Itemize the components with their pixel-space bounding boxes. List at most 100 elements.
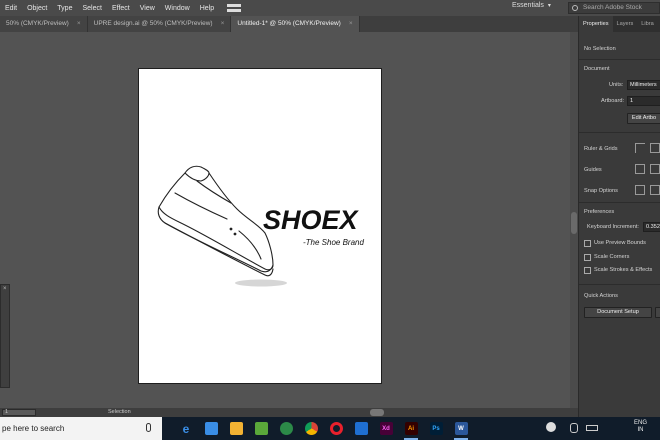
arrange-documents-icon[interactable] xyxy=(227,4,242,12)
preferences-button[interactable] xyxy=(655,307,660,318)
guides-label: Guides xyxy=(584,167,602,173)
menu-help[interactable]: Help xyxy=(195,5,219,12)
greenshot-icon[interactable] xyxy=(251,417,271,440)
menu-type[interactable]: Type xyxy=(52,5,77,12)
menu-view[interactable]: View xyxy=(135,5,160,12)
close-icon[interactable]: × xyxy=(221,20,225,27)
keyboard-increment-input[interactable]: 0.352 xyxy=(643,222,660,232)
taskbar-search-box[interactable]: pe here to search xyxy=(0,417,162,440)
section-preferences: Preferences xyxy=(584,209,615,215)
divider xyxy=(579,59,660,60)
network-icon[interactable] xyxy=(546,422,556,432)
shoe-illustration xyxy=(157,165,274,277)
store-icon[interactable] xyxy=(201,417,221,440)
chevron-down-icon: ▾ xyxy=(547,3,551,9)
use-preview-bounds-checkbox[interactable] xyxy=(584,240,591,247)
use-preview-bounds-label: Use Preview Bounds xyxy=(594,240,646,246)
units-label: Units: xyxy=(609,82,624,88)
shopping-bag-icon[interactable] xyxy=(226,417,246,440)
guides-icon[interactable] xyxy=(635,164,645,174)
taskbar-apps: e Xd Ai Ps W xyxy=(176,417,476,440)
workspace-switcher[interactable]: Essentials ▾ xyxy=(512,2,551,9)
vertical-scrollbar[interactable] xyxy=(570,32,578,408)
scale-strokes-checkbox[interactable] xyxy=(584,267,591,274)
close-icon[interactable]: × xyxy=(349,20,353,27)
artboard-label: Artboard: xyxy=(601,98,625,104)
ruler-icon[interactable] xyxy=(635,143,645,153)
menu-window[interactable]: Window xyxy=(160,5,195,12)
microphone-icon[interactable] xyxy=(146,423,151,432)
scroll-thumb[interactable] xyxy=(571,212,577,234)
section-quick-actions: Quick Actions xyxy=(584,293,618,299)
shoe-eyelet xyxy=(233,232,237,236)
opera-icon[interactable] xyxy=(326,417,346,440)
snap-options-label: Snap Options xyxy=(584,188,618,194)
floating-tools-panel[interactable]: × xyxy=(0,284,10,388)
word-icon[interactable]: W xyxy=(451,417,471,440)
region-code: IN xyxy=(637,427,644,433)
document-tabs: 50% (CMYK/Preview) × UPRE design.ai @ 50%… xyxy=(0,16,578,32)
document-setup-button[interactable]: Document Setup xyxy=(584,307,652,318)
chrome-icon[interactable] xyxy=(301,417,321,440)
artboard[interactable]: SHOEX -The Shoe Brand xyxy=(138,68,382,384)
tool-mode-label: Selection xyxy=(108,409,131,415)
stock-search-placeholder: Search Adobe Stock xyxy=(583,4,642,11)
stock-search-input[interactable]: Search Adobe Stock xyxy=(568,2,660,14)
brand-logo-text: SHOEX xyxy=(263,205,360,235)
panel-tabs: Properties Layers Libra xyxy=(579,16,660,32)
menu-edit[interactable]: Edit xyxy=(0,5,22,12)
divider xyxy=(579,284,660,285)
units-select[interactable]: Millimeters xyxy=(627,80,660,90)
selection-status: No Selection xyxy=(584,46,616,52)
system-tray: ENG IN xyxy=(540,417,660,440)
keyboard-increment-label: Keyboard Increment: xyxy=(587,224,639,230)
artboard-select[interactable]: 1 xyxy=(627,96,660,106)
tab-doc-3[interactable]: Untitled-1* @ 50% (CMYK/Preview) × xyxy=(231,16,360,32)
edge-icon[interactable]: e xyxy=(176,417,196,440)
xd-icon[interactable]: Xd xyxy=(376,417,396,440)
scale-corners-label: Scale Corners xyxy=(594,254,630,260)
section-document: Document xyxy=(584,66,610,72)
menu-object[interactable]: Object xyxy=(22,5,52,12)
tripadvisor-icon[interactable] xyxy=(276,417,296,440)
language-indicator[interactable]: ENG IN xyxy=(634,420,647,434)
shoe-sole-edge xyxy=(164,222,274,277)
snap-to-point-icon[interactable] xyxy=(635,185,645,195)
shoe-stitch xyxy=(174,192,228,220)
menu-select[interactable]: Select xyxy=(77,5,106,12)
shoe-shadow xyxy=(235,279,287,287)
photoshop-icon[interactable]: Ps xyxy=(426,417,446,440)
lock-guides-icon[interactable] xyxy=(650,164,660,174)
menu-bar: Edit Object Type Select Effect View Wind… xyxy=(0,0,660,16)
mail-icon[interactable] xyxy=(351,417,371,440)
divider xyxy=(579,202,660,203)
shoe-collar xyxy=(184,165,210,174)
horizontal-scroll-thumb[interactable] xyxy=(370,409,384,416)
snap-to-pixel-icon[interactable] xyxy=(650,185,660,195)
tab-layers[interactable]: Layers xyxy=(613,16,638,32)
tab-properties[interactable]: Properties xyxy=(579,16,613,32)
menu-effect[interactable]: Effect xyxy=(107,5,135,12)
people-icon[interactable] xyxy=(570,423,578,433)
shoe-upper xyxy=(158,172,274,271)
tab-doc-1[interactable]: 50% (CMYK/Preview) × xyxy=(0,16,88,32)
shoe-sole xyxy=(157,206,274,273)
shoe-toe xyxy=(238,230,262,260)
shoe-laces xyxy=(196,180,232,204)
edit-artboards-button[interactable]: Edit Artbo xyxy=(627,113,660,124)
tab-libraries[interactable]: Libra xyxy=(637,16,657,32)
artboard-navigation-field[interactable]: 1 xyxy=(2,409,36,416)
language-code: ENG xyxy=(634,420,648,426)
close-icon[interactable]: × xyxy=(3,286,7,292)
shoe-eyelet xyxy=(229,227,233,231)
grid-icon[interactable] xyxy=(650,143,660,153)
tab-doc-2[interactable]: UPRE design.ai @ 50% (CMYK/Preview) × xyxy=(87,16,232,32)
divider xyxy=(579,132,660,133)
close-icon[interactable]: × xyxy=(77,20,81,27)
workspace-label: Essentials xyxy=(512,2,544,9)
taskbar-search-placeholder: pe here to search xyxy=(2,424,65,433)
battery-icon[interactable] xyxy=(586,425,598,431)
illustrator-icon[interactable]: Ai xyxy=(401,417,421,440)
brand-tagline: -The Shoe Brand xyxy=(303,238,364,247)
scale-corners-checkbox[interactable] xyxy=(584,254,591,261)
